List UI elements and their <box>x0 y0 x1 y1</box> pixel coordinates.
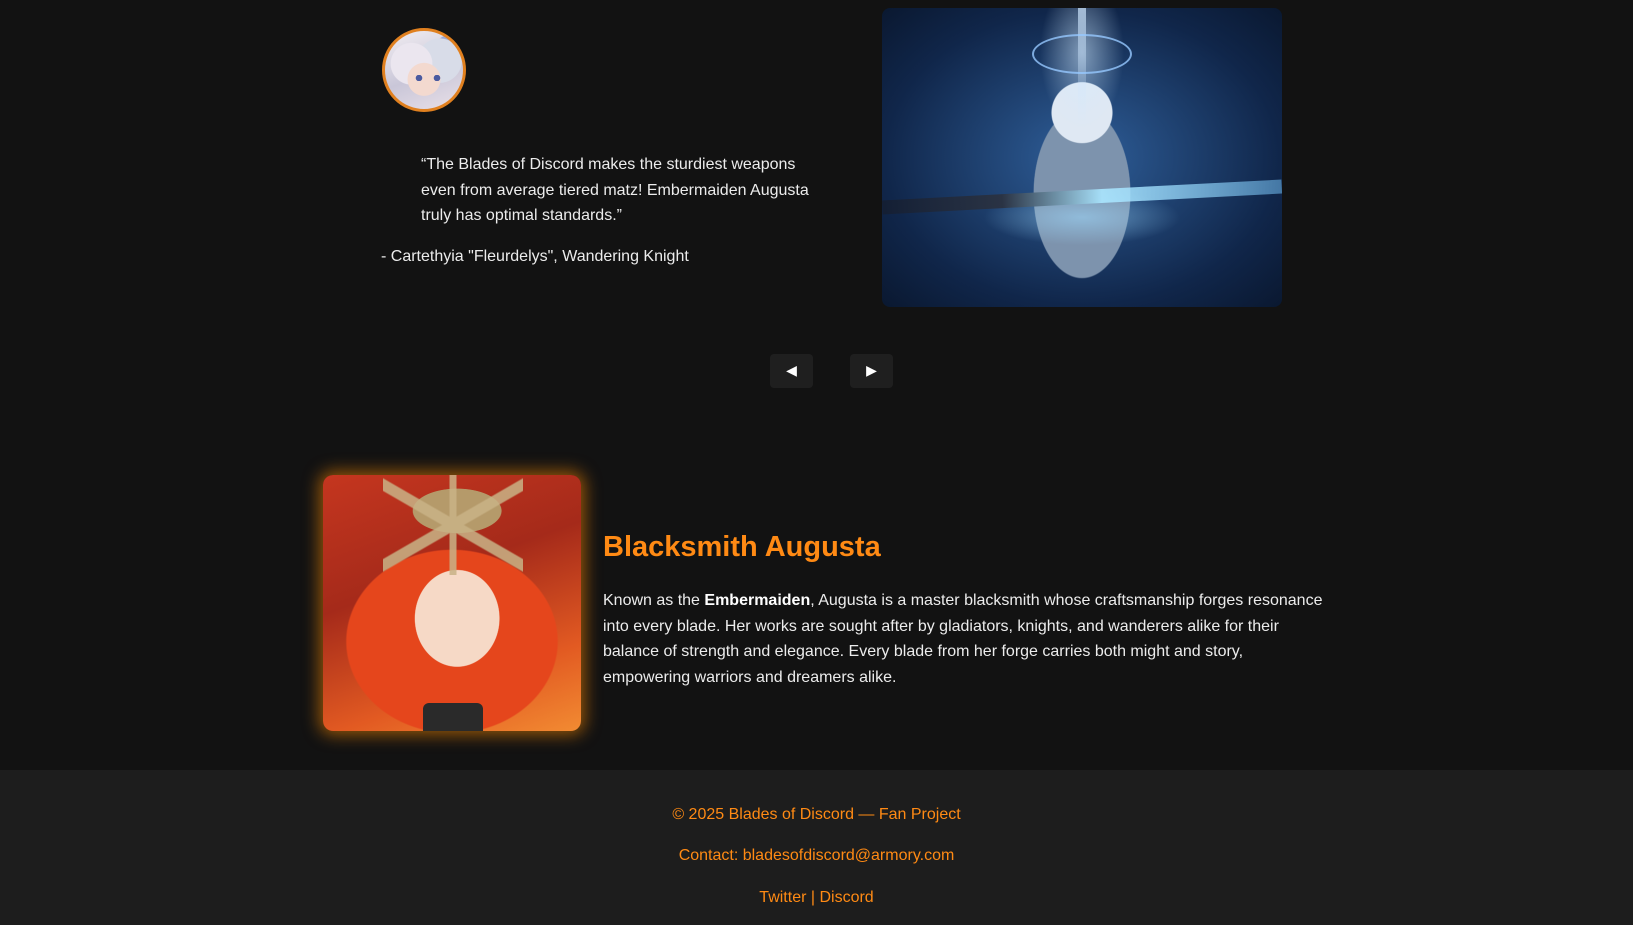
carousel-prev-button[interactable]: ◀ <box>770 354 813 388</box>
footer-copyright: © 2025 Blades of Discord — Fan Project <box>672 806 961 823</box>
blade <box>882 179 1282 215</box>
carousel-next-button[interactable]: ▶ <box>850 354 893 388</box>
crown-ornament <box>383 475 523 575</box>
discord-link[interactable]: Discord <box>819 889 873 906</box>
blacksmith-portrait <box>323 475 581 731</box>
about-description: Known as the Embermaiden, Augusta is a m… <box>603 588 1333 690</box>
about-text-highlight: Embermaiden <box>704 592 811 609</box>
footer: © 2025 Blades of Discord — Fan Project C… <box>0 770 1633 925</box>
footer-social-links: Twitter | Discord <box>0 888 1633 908</box>
halo <box>1032 34 1132 74</box>
testimonial-character-image <box>882 8 1282 307</box>
social-separator: | <box>806 889 820 906</box>
reviewer-avatar <box>382 28 466 112</box>
testimonial-attribution: - Cartethyia "Fleurdelys", Wandering Kni… <box>381 248 689 265</box>
about-title: Blacksmith Augusta <box>603 531 881 563</box>
footer-contact[interactable]: Contact: bladesofdiscord@armory.com <box>0 846 1633 866</box>
collar <box>423 703 483 731</box>
about-text-intro: Known as the <box>603 592 705 609</box>
testimonial-quote: “The Blades of Discord makes the sturdie… <box>421 156 809 224</box>
twitter-link[interactable]: Twitter <box>759 889 806 906</box>
page: “The Blades of Discord makes the sturdie… <box>0 0 1633 925</box>
testimonial-section: “The Blades of Discord makes the sturdie… <box>0 0 1633 310</box>
avatar-eyes <box>413 75 443 81</box>
